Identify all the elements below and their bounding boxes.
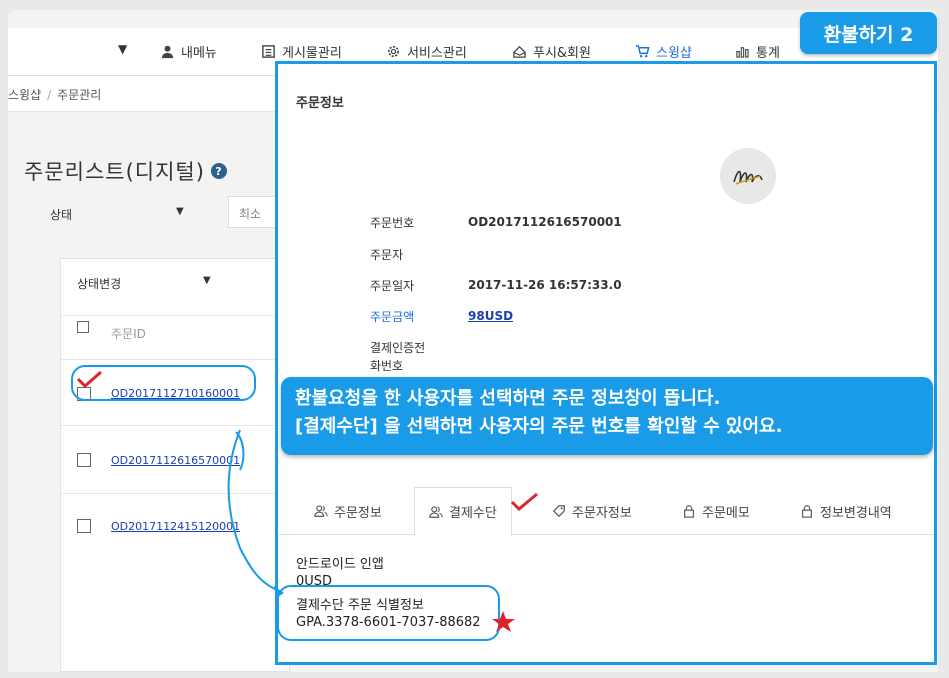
instruction-callout: 환불요청을 한 사용자를 선택하면 주문 정보창이 뜹니다. [결제수단] 을 …: [281, 377, 933, 455]
tab-orderer-info[interactable]: 주문자정보: [552, 487, 632, 535]
status-change-dropdown[interactable]: 상태변경 ▼: [61, 259, 231, 305]
bar-chart-icon: [736, 47, 749, 58]
field-label-order-date: 주문일자: [370, 279, 415, 293]
nav-item-label: 스윙샵: [656, 46, 692, 61]
detail-title: 주문정보: [296, 96, 344, 111]
avatar: [720, 148, 776, 204]
row-checkbox[interactable]: [77, 453, 91, 467]
users-icon: [314, 505, 328, 517]
tab-label: 주문정보: [334, 505, 382, 521]
status-filter[interactable]: 상태: [50, 206, 72, 223]
user-icon: [161, 45, 174, 59]
nav-item-stats[interactable]: 통계: [735, 42, 780, 61]
chevron-down-icon[interactable]: ▼: [176, 206, 184, 217]
step-badge: 환불하기 2: [800, 12, 937, 54]
breadcrumb-item-orders[interactable]: 주문관리: [57, 88, 101, 102]
tab-order-info[interactable]: 주문정보: [314, 487, 382, 535]
row-checkbox[interactable]: [77, 519, 91, 533]
table-divider: [61, 425, 291, 426]
field-label-payment-phone: 결제인증전 화번호: [370, 341, 426, 373]
field-value-order-amount[interactable]: 98USD: [468, 309, 513, 323]
callout-line-1: 환불요청을 한 사용자를 선택하면 주문 정보창이 뜹니다.: [295, 388, 721, 409]
nav-item-label: 서비스관리: [407, 46, 467, 61]
order-detail-panel: 주문정보 주문번호 OD2017112616570001 주문자 주문일자 20…: [275, 61, 937, 665]
selected-order-highlight: [71, 365, 256, 401]
signature-icon: [733, 170, 763, 185]
tab-order-memo[interactable]: 주문메모: [682, 487, 750, 535]
order-list-table: 상태변경 ▼ 주문ID OD2017112710160001 OD2017112…: [60, 258, 291, 672]
list-icon: [262, 45, 275, 58]
cart-icon: [635, 45, 650, 58]
nav-item-posts[interactable]: 게시물관리: [261, 42, 342, 61]
table-divider: [61, 493, 291, 494]
nav-item-label: 푸시&회원: [533, 46, 591, 61]
payment-id-highlight: [277, 585, 500, 641]
callout-line-2: [결제수단] 을 선택하면 사용자의 주문 번호를 확인할 수 있어요.: [295, 416, 783, 437]
field-value-order-number: OD2017112616570001: [468, 215, 622, 229]
field-value-order-date: 2017-11-26 16:57:33.0: [468, 278, 622, 292]
users-icon: [429, 505, 443, 518]
table-divider: [61, 315, 291, 316]
page-title: 주문리스트(디지털) ?: [24, 156, 227, 186]
chevron-down-icon: ▼: [203, 275, 211, 286]
select-all-checkbox[interactable]: [77, 321, 89, 333]
field-label-orderer: 주문자: [370, 248, 404, 262]
megaphone-icon: [513, 45, 526, 58]
tab-label: 결제수단: [449, 506, 497, 521]
tag-icon: [552, 505, 565, 518]
page-title-text: 주문리스트(디지털): [24, 160, 205, 184]
nav-item-swing-shop[interactable]: 스윙샵: [635, 42, 692, 61]
order-id-link[interactable]: OD2017112616570001: [111, 454, 240, 467]
nav-item-label: 통계: [756, 46, 780, 61]
lock-icon: [684, 505, 694, 518]
table-divider: [61, 359, 291, 360]
column-header-order-id: 주문ID: [111, 327, 146, 341]
field-label-order-amount: 주문금액: [370, 310, 415, 324]
lock-icon: [802, 505, 812, 518]
tab-payment-method[interactable]: 결제수단: [414, 487, 512, 536]
nav-item-services[interactable]: 서비스관리: [386, 42, 467, 61]
nav-item-push-members[interactable]: 푸시&회원: [512, 42, 591, 61]
tab-label: 주문메모: [702, 505, 750, 521]
nav-dropdown-arrow[interactable]: ▼: [118, 42, 127, 56]
breadcrumb-item-shop[interactable]: 스윙샵: [8, 88, 41, 102]
tab-change-history[interactable]: 정보변경내역: [800, 487, 892, 535]
nav-item-label: 게시물관리: [282, 46, 342, 61]
order-id-link[interactable]: OD2017112415120001: [111, 520, 240, 533]
breadcrumb-separator: /: [47, 88, 52, 102]
nav-item-label: 내메뉴: [181, 46, 217, 61]
help-icon[interactable]: ?: [210, 163, 227, 179]
detail-tabs: 주문정보 결제수단 주문자정보 주문메모 정보변경내역: [278, 487, 934, 536]
field-label-order-number: 주문번호: [370, 216, 415, 230]
gear-icon: [387, 45, 400, 58]
status-change-label: 상태변경: [77, 277, 122, 291]
tab-label: 주문자정보: [572, 505, 632, 521]
tab-label: 정보변경내역: [820, 505, 892, 521]
payment-method-value: 안드로이드 인앱: [296, 557, 384, 572]
nav-item-my-menu[interactable]: 내메뉴: [160, 42, 217, 61]
